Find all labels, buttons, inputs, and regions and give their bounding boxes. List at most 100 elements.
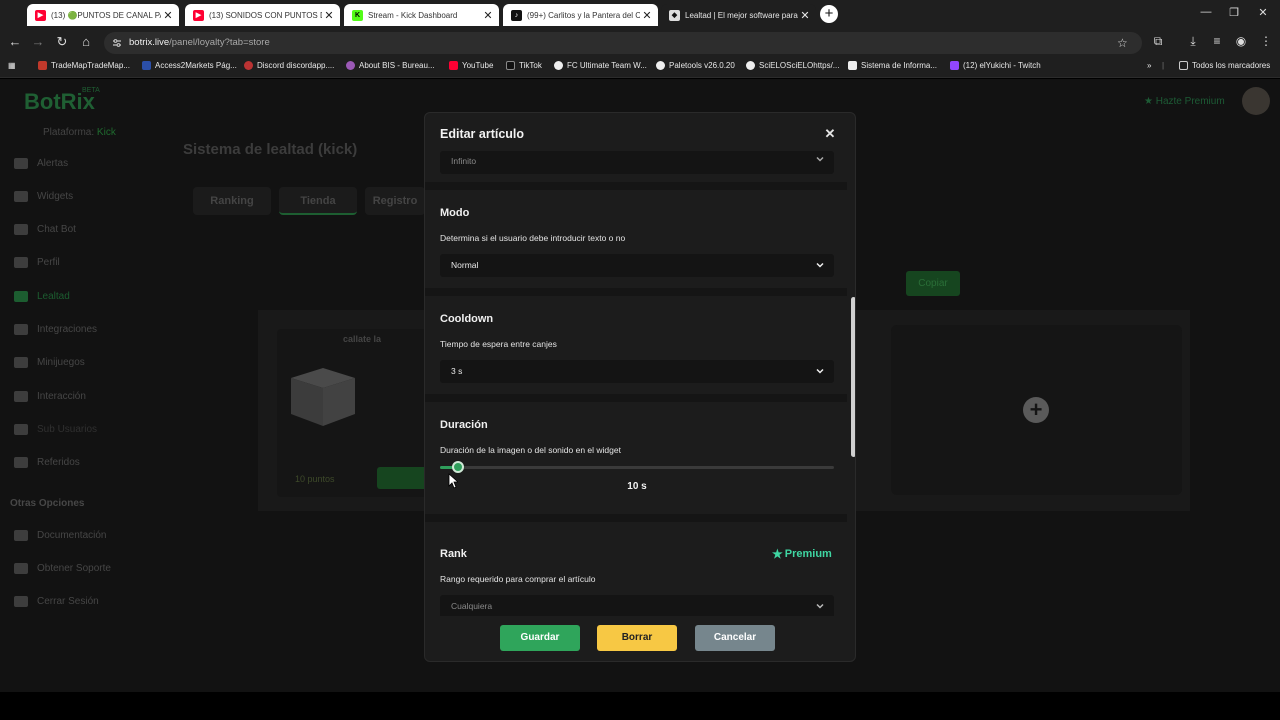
integrations-icon (14, 324, 28, 335)
divider (425, 288, 847, 296)
save-button[interactable]: Guardar (500, 625, 580, 651)
cooldown-title: Cooldown (440, 313, 494, 325)
duration-slider[interactable] (440, 466, 834, 469)
bookmark-item[interactable]: (12) elYukichi - Twitch (950, 61, 1041, 70)
cooldown-desc: Tiempo de espera entre canjes (440, 339, 557, 349)
item-points: 10 puntos (295, 474, 335, 484)
bookmark-item[interactable]: FC Ultimate Team W... (554, 61, 647, 70)
new-tab-button[interactable]: + (820, 5, 838, 23)
copy-button[interactable]: Copiar (906, 271, 960, 296)
bookmark-item[interactable]: Discord discordapp.... (244, 61, 334, 70)
trademap-icon (38, 61, 47, 70)
sidebar-item-alerts[interactable]: Alertas (14, 158, 68, 169)
extensions-icon[interactable]: ⧉ (1149, 34, 1167, 49)
scrollbar-thumb[interactable] (851, 297, 855, 457)
page-title: Sistema de lealtad (kick) (183, 141, 358, 158)
download-icon[interactable]: ⤓ (1184, 34, 1202, 49)
maximize-icon[interactable]: ❐ (1224, 6, 1244, 19)
sidebar-item-support[interactable]: Obtener Soporte (14, 563, 111, 574)
sidebar-item-profile[interactable]: Perfil (14, 257, 60, 268)
divider (425, 514, 847, 522)
loyalty-icon (14, 291, 28, 302)
browser-tab-active[interactable]: ◆ Lealtad | El mejor software para ✕ (661, 4, 816, 26)
tab-ranking[interactable]: Ranking (193, 187, 271, 215)
referrals-icon (14, 457, 28, 468)
sidebar-item-subusers[interactable]: Sub Usuarios (14, 424, 97, 435)
home-icon[interactable]: ⌂ (77, 34, 95, 49)
all-bookmarks[interactable]: Todos los marcadores (1179, 61, 1270, 70)
widgets-icon (14, 191, 28, 202)
close-icon[interactable]: ✕ (798, 9, 812, 22)
support-icon (14, 563, 28, 574)
mode-select[interactable]: Normal (440, 254, 834, 277)
bookmark-item[interactable]: SciELOSciELOhttps/... (746, 61, 839, 70)
folder-icon (1179, 61, 1188, 70)
bookmark-item[interactable]: Access2Markets Pág... (142, 61, 237, 70)
browser-tab[interactable]: ▶ (13) SONIDOS CON PUNTOS D ✕ (185, 4, 340, 26)
close-icon[interactable]: ✕ (640, 9, 654, 22)
back-icon[interactable]: ← (6, 34, 24, 49)
delete-button[interactable]: Borrar (597, 625, 677, 651)
modal-body[interactable]: Infinito Modo Determina si el usuario de… (425, 151, 855, 616)
bookmark-item[interactable]: TikTok (506, 61, 542, 70)
bookmark-item[interactable]: TradeMapTradeMap... (38, 61, 130, 70)
avatar[interactable] (1242, 87, 1270, 115)
minimize-icon[interactable]: — (1196, 6, 1216, 18)
chevron-down-icon (816, 156, 824, 162)
close-icon[interactable]: ✕ (161, 9, 175, 22)
bookmark-item[interactable]: YouTube (449, 61, 493, 70)
star-icon: ★ (772, 547, 783, 561)
plus-icon[interactable]: + (1023, 397, 1049, 423)
sidebar-item-widgets[interactable]: Widgets (14, 191, 73, 202)
sidebar-item-chatbot[interactable]: Chat Bot (14, 224, 76, 235)
address-bar[interactable]: botrix.live/panel/loyalty?tab=store ☆ (104, 32, 1142, 54)
close-icon[interactable]: ✕ (322, 9, 336, 22)
forward-icon[interactable]: → (29, 34, 47, 49)
slider-handle[interactable] (451, 461, 464, 473)
duration-value: 10 s (627, 481, 647, 492)
menu-icon[interactable]: ⋮ (1257, 34, 1275, 48)
sidebar-item-interaction[interactable]: Interacción (14, 391, 86, 402)
cooldown-select[interactable]: 3 s (440, 360, 834, 383)
browser-tab[interactable]: ♪ (99+) Carlitos y la Pantera del C ✕ (503, 4, 658, 26)
minigames-icon (14, 357, 28, 368)
browser-toolbar: ← → ↻ ⌂ botrix.live/panel/loyalty?tab=st… (0, 29, 1280, 56)
browser-tab[interactable]: K Stream - Kick Dashboard ✕ (344, 4, 499, 26)
reload-icon[interactable]: ↻ (53, 34, 71, 50)
bookmarks-bar: ▦ TradeMapTradeMap... Access2Markets Pág… (0, 56, 1280, 78)
close-icon[interactable]: ✕ (481, 9, 495, 22)
bookmark-star-icon[interactable]: ☆ (1117, 36, 1128, 50)
premium-cta[interactable]: ★ Hazte Premium (1144, 96, 1225, 107)
tab-log[interactable]: Registro (365, 187, 425, 215)
sidebar-item-referrals[interactable]: Referidos (14, 457, 80, 468)
rank-select[interactable]: Cualquiera (440, 595, 834, 616)
sidebar-item-logout[interactable]: Cerrar Sesión (14, 596, 99, 607)
bookmark-item[interactable]: About BIS - Bureau... (346, 61, 435, 70)
limit-select[interactable]: Infinito (440, 151, 834, 174)
sidebar-item-minigames[interactable]: Minijuegos (14, 357, 85, 368)
media-icon[interactable]: ≡ (1208, 34, 1226, 48)
tab-store[interactable]: Tienda (279, 187, 357, 215)
store-item-card[interactable]: callate la 10 puntos (277, 329, 447, 497)
cancel-button[interactable]: Cancelar (695, 625, 775, 651)
close-icon[interactable]: ✕ (823, 126, 837, 142)
browser-tab[interactable]: ▶ (13) 🟢PUNTOS DE CANAL PA ✕ (27, 4, 179, 26)
bookmark-item[interactable]: Paletools v26.0.20 (656, 61, 735, 70)
sidebar-item-docs[interactable]: Documentación (14, 530, 106, 541)
more-bookmarks-icon[interactable]: » (1147, 61, 1151, 70)
youtube-icon: ▶ (35, 9, 46, 21)
window-close-icon[interactable]: ✕ (1253, 6, 1273, 19)
chatbot-icon (14, 224, 28, 235)
subusers-icon (14, 424, 28, 435)
sidebar-item-integrations[interactable]: Integraciones (14, 324, 97, 335)
discord-icon (244, 61, 253, 70)
bookmark-item[interactable]: Sistema de Informa... (848, 61, 937, 70)
sidebar-item-loyalty[interactable]: Lealtad (14, 291, 70, 302)
paletools-icon (656, 61, 665, 70)
rank-desc: Rango requerido para comprar el artículo (440, 574, 596, 584)
profile-icon[interactable]: ◉ (1232, 34, 1250, 48)
site-settings-icon[interactable] (112, 38, 122, 48)
apps-icon[interactable]: ▦ (8, 61, 16, 70)
mouse-cursor-icon (448, 473, 458, 489)
beta-badge: BETA (82, 87, 100, 94)
